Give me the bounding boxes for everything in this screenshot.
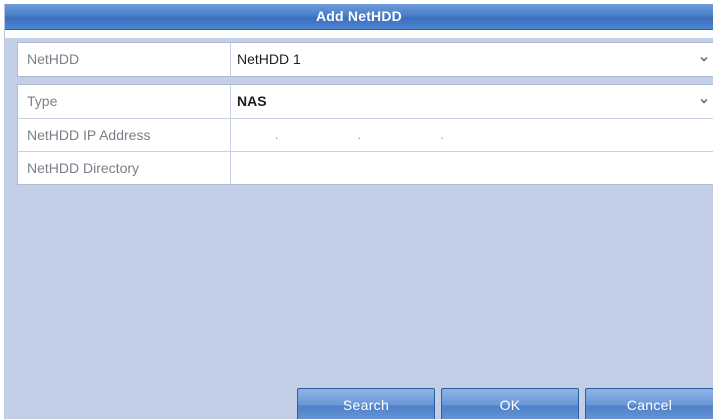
ip-address-value: . . .: [275, 128, 482, 142]
ip-address-input[interactable]: . . .: [231, 119, 713, 151]
title-separator: [5, 30, 713, 38]
type-value: NAS: [237, 93, 267, 109]
nethdd-row: NetHDD NetHDD 1: [18, 43, 713, 76]
directory-row: NetHDD Directory: [18, 151, 713, 184]
nethdd-value: NetHDD 1: [237, 51, 301, 67]
dialog-title: Add NetHDD: [316, 8, 402, 24]
ip-address-label: NetHDD IP Address: [18, 119, 231, 151]
type-select[interactable]: NAS: [231, 85, 713, 118]
ok-button[interactable]: OK: [441, 388, 579, 419]
add-nethdd-dialog: Add NetHDD NetHDD NetHDD 1 Type NAS NetH…: [4, 4, 713, 419]
type-row: Type NAS: [18, 85, 713, 118]
nethdd-label: NetHDD: [18, 43, 231, 76]
dialog-title-bar: Add NetHDD: [5, 4, 713, 30]
directory-input[interactable]: [231, 152, 713, 184]
directory-label: NetHDD Directory: [18, 152, 231, 184]
cancel-button[interactable]: Cancel: [585, 388, 713, 419]
type-label: Type: [18, 85, 231, 118]
nethdd-group: NetHDD NetHDD 1: [17, 42, 713, 77]
ip-address-row: NetHDD IP Address . . .: [18, 118, 713, 151]
search-button[interactable]: Search: [297, 388, 435, 419]
chevron-down-icon: [700, 99, 708, 104]
chevron-down-icon: [700, 57, 708, 62]
nethdd-select[interactable]: NetHDD 1: [231, 43, 713, 76]
button-bar: Search OK Cancel: [5, 378, 713, 419]
nethdd-settings-group: Type NAS NetHDD IP Address . . . NetHDD …: [17, 84, 713, 185]
